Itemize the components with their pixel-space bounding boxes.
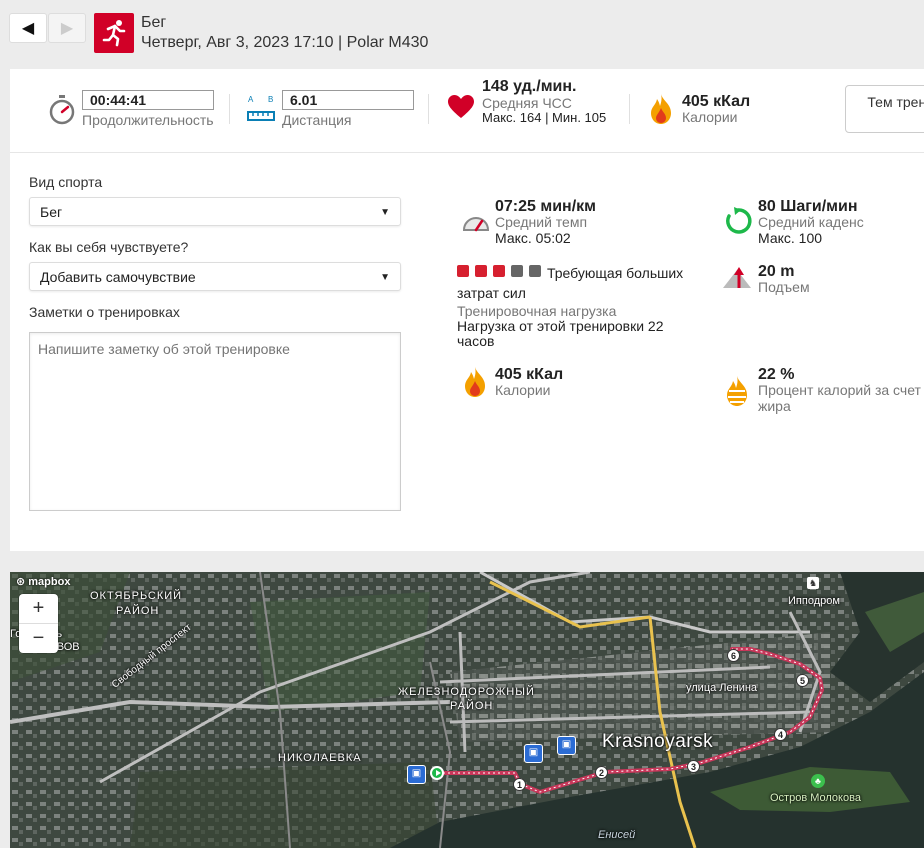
map-label-district-1: ОКТЯБРЬСКИЙ [90, 590, 183, 602]
map-label-city: Krasnoyarsk [602, 731, 714, 752]
feeling-select[interactable]: Добавить самочувствие ▼ [29, 262, 401, 291]
cadence-icon [724, 207, 752, 240]
feeling-value: Добавить самочувствие [40, 269, 196, 285]
park-icon[interactable]: ♣ [811, 774, 825, 788]
hr-minmax: Макс. 164 | Мин. 105 [482, 110, 607, 125]
cadence-label: Средний каденс [758, 214, 864, 230]
training-load-square [457, 265, 469, 277]
training-tag-button[interactable]: Тем трени [845, 85, 924, 133]
heart-icon [448, 95, 474, 124]
fat-percent-label: Процент калорий за счет жира [758, 382, 921, 414]
training-load-square [475, 265, 487, 277]
ascent-icon [723, 266, 751, 293]
summary-bar: 00:44:41 Продолжительность A B 6.01 Дист… [10, 69, 924, 153]
cadence-max: Макс. 100 [758, 230, 823, 246]
map-label-district-2: ЖЕЛЕЗНОДОРОЖНЫЙ [398, 686, 535, 698]
hr-value: 148 уд./мин. [482, 78, 577, 95]
sport-type-select[interactable]: Бег ▼ [29, 197, 401, 226]
training-load-square [529, 265, 541, 277]
route-waypoint[interactable]: 2 [595, 766, 608, 779]
running-person-icon [94, 13, 134, 53]
hr-label: Средняя ЧСС [482, 95, 572, 111]
chevron-down-icon: ▼ [380, 272, 390, 283]
distance-ruler-icon: A B [246, 93, 276, 128]
distance-field[interactable]: 6.01 [282, 90, 414, 110]
map-label-district-3: НИКОЛАЕВКА [278, 752, 362, 764]
train-station-icon[interactable]: ▣ [407, 765, 426, 784]
training-load-square [493, 265, 505, 277]
notes-label: Заметки о тренировках [29, 304, 180, 320]
feeling-label: Как вы себя чувствуете? [29, 239, 189, 255]
stopwatch-icon [49, 95, 75, 130]
sport-type-label: Вид спорта [29, 174, 103, 190]
load-level-text-2: затрат сил [457, 285, 526, 301]
load-label: Тренировочная нагрузка [457, 303, 617, 319]
map-label-district-1b: РАЙОН [116, 605, 160, 617]
map-zoom-control: + − [19, 594, 58, 653]
map-label-street: улица Ленина [686, 682, 758, 694]
duration-field[interactable]: 00:44:41 [82, 90, 214, 110]
divider [629, 94, 630, 124]
train-station-icon[interactable]: ▣ [557, 736, 576, 755]
fat-burn-flame-icon [726, 376, 748, 411]
notes-textarea[interactable] [29, 332, 401, 511]
mapbox-logo: ⊛ mapbox [16, 576, 71, 588]
distance-label: Дистанция [282, 112, 352, 128]
pace-max: Макс. 05:02 [495, 230, 571, 246]
ascent-label: Подъем [758, 279, 810, 295]
route-waypoint[interactable]: 6 [727, 649, 740, 662]
route-waypoint[interactable]: 4 [774, 728, 787, 741]
map-label-district-2b: РАЙОН [450, 700, 494, 712]
flame-icon [464, 367, 486, 402]
forward-button[interactable]: ▶ [48, 13, 86, 43]
route-waypoint[interactable]: 1 [513, 778, 526, 791]
duration-label: Продолжительность [82, 112, 214, 128]
route-waypoint[interactable]: 5 [796, 674, 809, 687]
back-arrow-icon: ◀ [21, 20, 35, 37]
mapbox-icon: ⊛ [16, 576, 26, 588]
chevron-down-icon: ▼ [380, 207, 390, 218]
pace-label: Средний темп [495, 214, 588, 230]
training-load-square [511, 265, 523, 277]
divider [229, 94, 230, 124]
sport-type-value: Бег [40, 204, 63, 220]
route-map[interactable]: ⊛ mapbox ОКТЯБРЬСКИЙ РАЙОН ЖЕЛЕЗНОДОРОЖН… [10, 572, 924, 848]
map-label-island: Остров Молокова [770, 792, 861, 804]
route-waypoint[interactable]: 3 [687, 760, 700, 773]
load-level-text: Требующая больших [547, 265, 684, 281]
page-subtitle: Четверг, Авг 3, 2023 17:10 | Polar M430 [141, 34, 429, 51]
calories-label: Калории [682, 109, 738, 125]
speedometer-icon [462, 210, 490, 237]
forward-arrow-icon: ▶ [60, 20, 74, 37]
svg-text:A: A [248, 95, 254, 104]
map-label-river: Енисей [598, 829, 636, 841]
route-start-icon[interactable] [430, 766, 444, 780]
page-title: Бег [141, 14, 167, 31]
load-duration: Нагрузка от этой тренировки 22 часов [457, 318, 664, 349]
zoom-in-button[interactable]: + [19, 594, 58, 624]
flame-icon [650, 94, 672, 129]
back-button[interactable]: ◀ [9, 13, 47, 43]
map-label-hippodrome: Ипподром [788, 595, 840, 607]
divider [428, 94, 429, 124]
zoom-out-button[interactable]: − [19, 624, 58, 653]
svg-text:B: B [268, 95, 273, 104]
hippodrome-icon[interactable]: ♞ [807, 577, 819, 589]
train-station-icon[interactable]: ▣ [524, 744, 543, 763]
calories-stat-label: Калории [495, 382, 551, 398]
